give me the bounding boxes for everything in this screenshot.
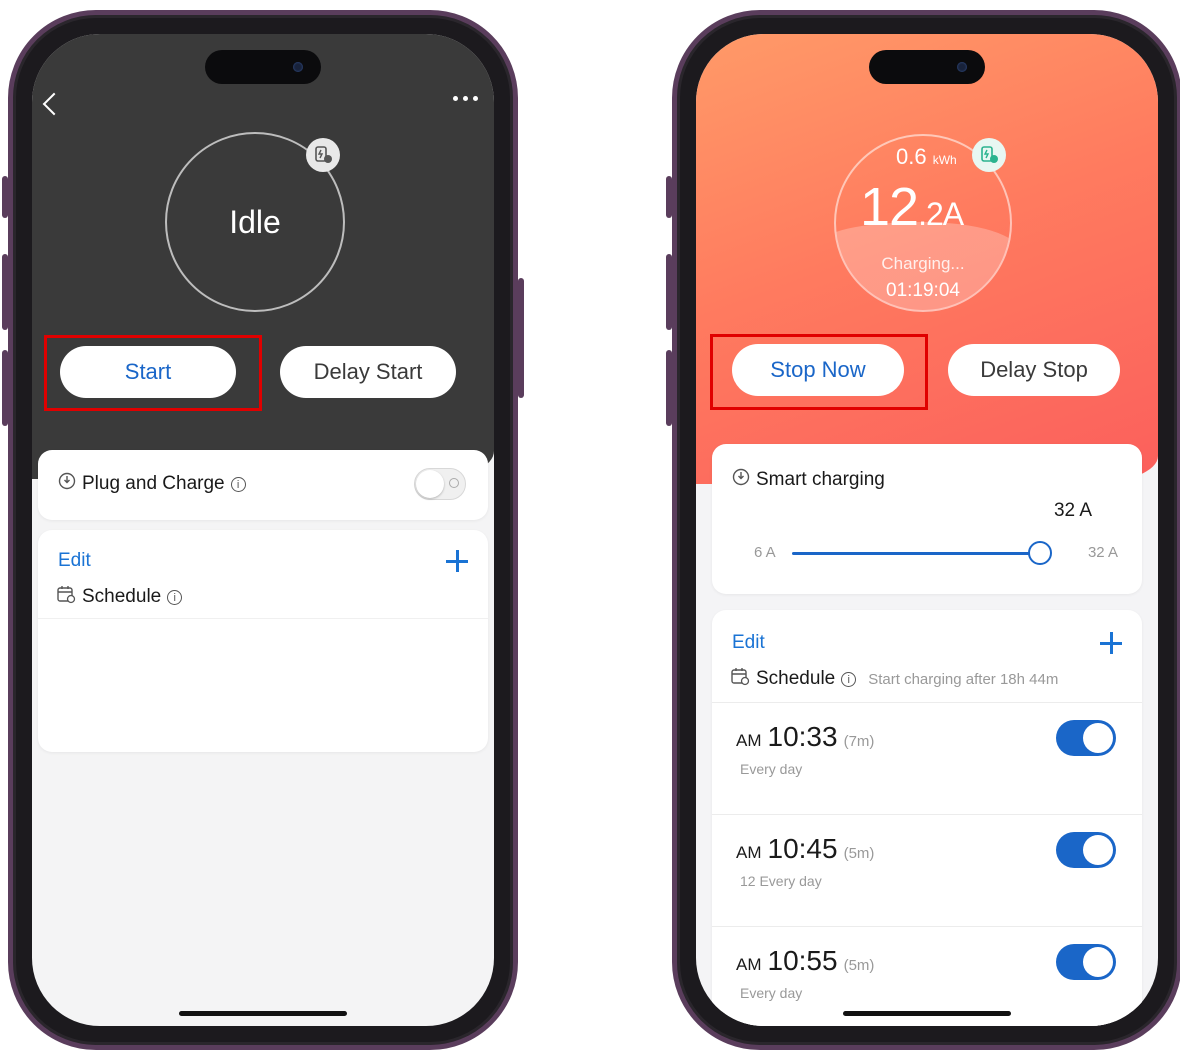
- schedule-time: AM 10:45 (5m): [736, 833, 874, 865]
- start-highlight-box: [44, 335, 262, 411]
- charging-state: Charging...: [881, 254, 965, 273]
- schedule-repeat: 12 Every day: [740, 873, 822, 889]
- schedule-time: AM 10:33 (7m): [736, 721, 874, 753]
- current-integer: 12: [860, 177, 919, 237]
- schedule-card: Edit Schedule i Start charging after 18h…: [712, 610, 1142, 1026]
- schedule-ampm: AM: [736, 731, 762, 750]
- energy-value: 0.6: [896, 144, 927, 169]
- elapsed-time: 01:19:04: [886, 280, 960, 301]
- schedule-title-label: Schedule: [82, 586, 162, 607]
- home-indicator[interactable]: [843, 1011, 1011, 1016]
- phone-charging: 0.6 kWh 12.2A Charging... 01:19:04 Stop …: [666, 10, 1180, 1050]
- charger-plug-icon: [972, 138, 1006, 172]
- slider-min-label: 6 A: [754, 544, 776, 561]
- stop-now-highlight-box: [710, 334, 928, 410]
- phone-idle: Idle Start Delay Start Plug and Charge i…: [2, 10, 524, 1050]
- charger-plug-icon: [306, 138, 340, 172]
- schedule-edit-link[interactable]: Edit: [58, 550, 91, 572]
- schedule-ampm: AM: [736, 955, 762, 974]
- current-slider-track[interactable]: [792, 552, 1040, 555]
- dynamic-island: [205, 50, 321, 84]
- delay-stop-button-label: Delay Stop: [980, 357, 1088, 382]
- plug-and-charge-label: Plug and Charge: [82, 473, 225, 494]
- smart-charging-icon: [732, 468, 750, 492]
- plug-and-charge-title: Plug and Charge i: [58, 472, 246, 496]
- smart-charging-label: Smart charging: [756, 469, 885, 490]
- power-button: [518, 278, 524, 398]
- calendar-icon: [56, 584, 76, 610]
- schedule-card: Edit Schedule i: [38, 530, 488, 752]
- info-icon[interactable]: i: [841, 671, 857, 687]
- camera-icon: [293, 62, 303, 72]
- schedule-row[interactable]: AM 10:33 (7m) Every day: [712, 702, 1142, 815]
- schedule-clock: 10:45: [767, 833, 838, 864]
- delay-start-button-label: Delay Start: [313, 359, 423, 384]
- schedule-row[interactable]: AM 10:45 (5m) 12 Every day: [712, 814, 1142, 927]
- schedule-toggle[interactable]: [1056, 832, 1116, 868]
- add-schedule-icon[interactable]: [446, 550, 468, 572]
- camera-icon: [957, 62, 967, 72]
- schedule-edit-link[interactable]: Edit: [732, 632, 765, 654]
- schedule-note: Start charging after 18h 44m: [868, 670, 1059, 688]
- plug-charge-icon: [58, 472, 76, 496]
- info-icon[interactable]: i: [167, 589, 183, 605]
- schedule-ampm: AM: [736, 843, 762, 862]
- smart-charging-card: Smart charging 32 A 6 A 32 A: [712, 444, 1142, 594]
- delay-stop-button[interactable]: Delay Stop: [948, 344, 1120, 396]
- current-decimal: .2A: [918, 196, 964, 232]
- idle-header: Idle Start Delay Start: [32, 34, 494, 479]
- schedule-duration: (7m): [843, 733, 875, 750]
- more-options-icon[interactable]: [453, 96, 478, 101]
- schedule-toggle[interactable]: [1056, 720, 1116, 756]
- schedule-repeat: Every day: [740, 761, 803, 777]
- slider-max-label: 32 A: [1087, 544, 1118, 561]
- current-slider-knob[interactable]: [1028, 541, 1052, 565]
- schedule-title: Schedule i: [56, 584, 183, 610]
- dynamic-island: [869, 50, 985, 84]
- back-arrow-icon[interactable]: [42, 92, 66, 116]
- plug-and-charge-toggle[interactable]: [414, 468, 466, 500]
- calendar-icon: [730, 666, 750, 692]
- energy-unit: kWh: [932, 153, 957, 167]
- schedule-duration: (5m): [843, 845, 875, 862]
- info-icon[interactable]: i: [230, 476, 246, 492]
- schedule-title: Schedule i Start charging after 18h 44m: [730, 666, 1058, 692]
- charging-header: 0.6 kWh 12.2A Charging... 01:19:04 Stop …: [696, 34, 1158, 484]
- smart-charging-title: Smart charging: [732, 468, 885, 492]
- divider: [38, 618, 488, 619]
- current-limit-value: 32 A: [1053, 500, 1092, 521]
- energy-readout: 0.6 kWh: [896, 144, 957, 170]
- schedule-clock: 10:33: [767, 721, 838, 752]
- schedule-duration: (5m): [843, 957, 875, 974]
- charging-screen: 0.6 kWh 12.2A Charging... 01:19:04 Stop …: [696, 34, 1158, 1026]
- add-schedule-icon[interactable]: [1100, 632, 1122, 654]
- schedule-clock: 10:55: [767, 945, 838, 976]
- schedule-time: AM 10:55 (5m): [736, 945, 874, 977]
- schedule-title-label: Schedule: [756, 668, 836, 689]
- schedule-toggle[interactable]: [1056, 944, 1116, 980]
- current-readout: 12.2A: [860, 176, 964, 238]
- schedule-repeat: Every day: [740, 985, 803, 1001]
- status-text: Idle: [229, 203, 281, 240]
- delay-start-button[interactable]: Delay Start: [280, 346, 456, 398]
- home-indicator[interactable]: [179, 1011, 347, 1016]
- idle-screen: Idle Start Delay Start Plug and Charge i…: [32, 34, 494, 1026]
- plug-and-charge-card: Plug and Charge i: [38, 450, 488, 520]
